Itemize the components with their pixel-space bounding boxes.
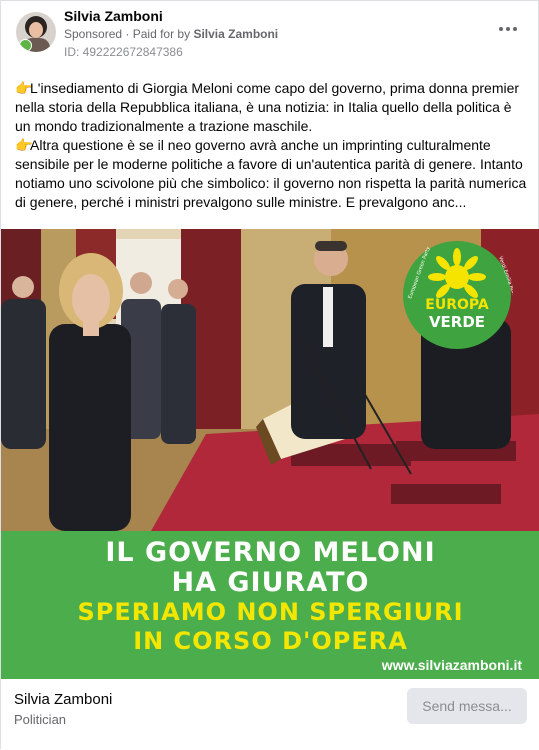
headline-line-1: IL GOVERNO MELONI xyxy=(105,537,436,568)
paid-prefix: Paid for by xyxy=(132,27,191,41)
post-paragraph-1: 👉L'insediamento di Giorgia Meloni come c… xyxy=(15,79,530,136)
author-name[interactable]: Silvia Zamboni xyxy=(64,8,163,24)
ad-card: Silvia Zamboni Sponsored · Paid for by S… xyxy=(0,0,539,750)
headline-line-2: HA GIURATO xyxy=(171,567,370,598)
avatar-face xyxy=(29,22,43,38)
separator-dot: · xyxy=(125,27,133,41)
europa-verde-logo: EUROPA VERDE European Green Party Verdi … xyxy=(403,241,513,349)
headline-line-3: SPERIAMO NON SPERGIURI xyxy=(77,598,464,626)
sponsored-line: Sponsored · Paid for by Silvia Zamboni xyxy=(64,27,278,41)
logo-line1: EUROPA xyxy=(425,297,489,313)
ad-footer: Silvia Zamboni Politician Send messa... xyxy=(1,679,539,750)
more-options-icon[interactable] xyxy=(496,19,520,39)
sponsored-label: Sponsored xyxy=(64,27,123,41)
post-paragraph-2: 👉Altra questione è se il neo governo avr… xyxy=(15,136,530,212)
avatar[interactable] xyxy=(16,12,56,52)
post-header: Silvia Zamboni Sponsored · Paid for by S… xyxy=(1,1,539,65)
post-text: 👉L'insediamento di Giorgia Meloni come c… xyxy=(15,79,530,212)
paid-by-name[interactable]: Silvia Zamboni xyxy=(193,27,278,41)
green-badge-icon xyxy=(19,39,32,52)
pointing-hand-icon: 👉 xyxy=(15,80,33,96)
footer-page-category: Politician xyxy=(14,712,67,727)
pointing-hand-icon: 👉 xyxy=(15,137,33,153)
paragraph-1-text: L'insediamento di Giorgia Meloni come ca… xyxy=(15,80,520,134)
website-text: www.silviazamboni.it xyxy=(381,657,522,673)
ad-photo[interactable]: EUROPA VERDE European Green Party Verdi … xyxy=(1,229,539,531)
footer-page-name[interactable]: Silvia Zamboni xyxy=(14,691,112,708)
library-id: ID: 492222672847386 xyxy=(64,45,183,59)
paragraph-2-text: Altra questione è se il neo governo avrà… xyxy=(15,137,527,210)
logo-line2: VERDE xyxy=(429,313,485,331)
send-message-button[interactable]: Send messa... xyxy=(407,688,527,724)
headline-banner[interactable]: IL GOVERNO MELONI HA GIURATO SPERIAMO NO… xyxy=(1,531,539,679)
headline-line-4: IN CORSO D'OPERA xyxy=(133,627,408,655)
